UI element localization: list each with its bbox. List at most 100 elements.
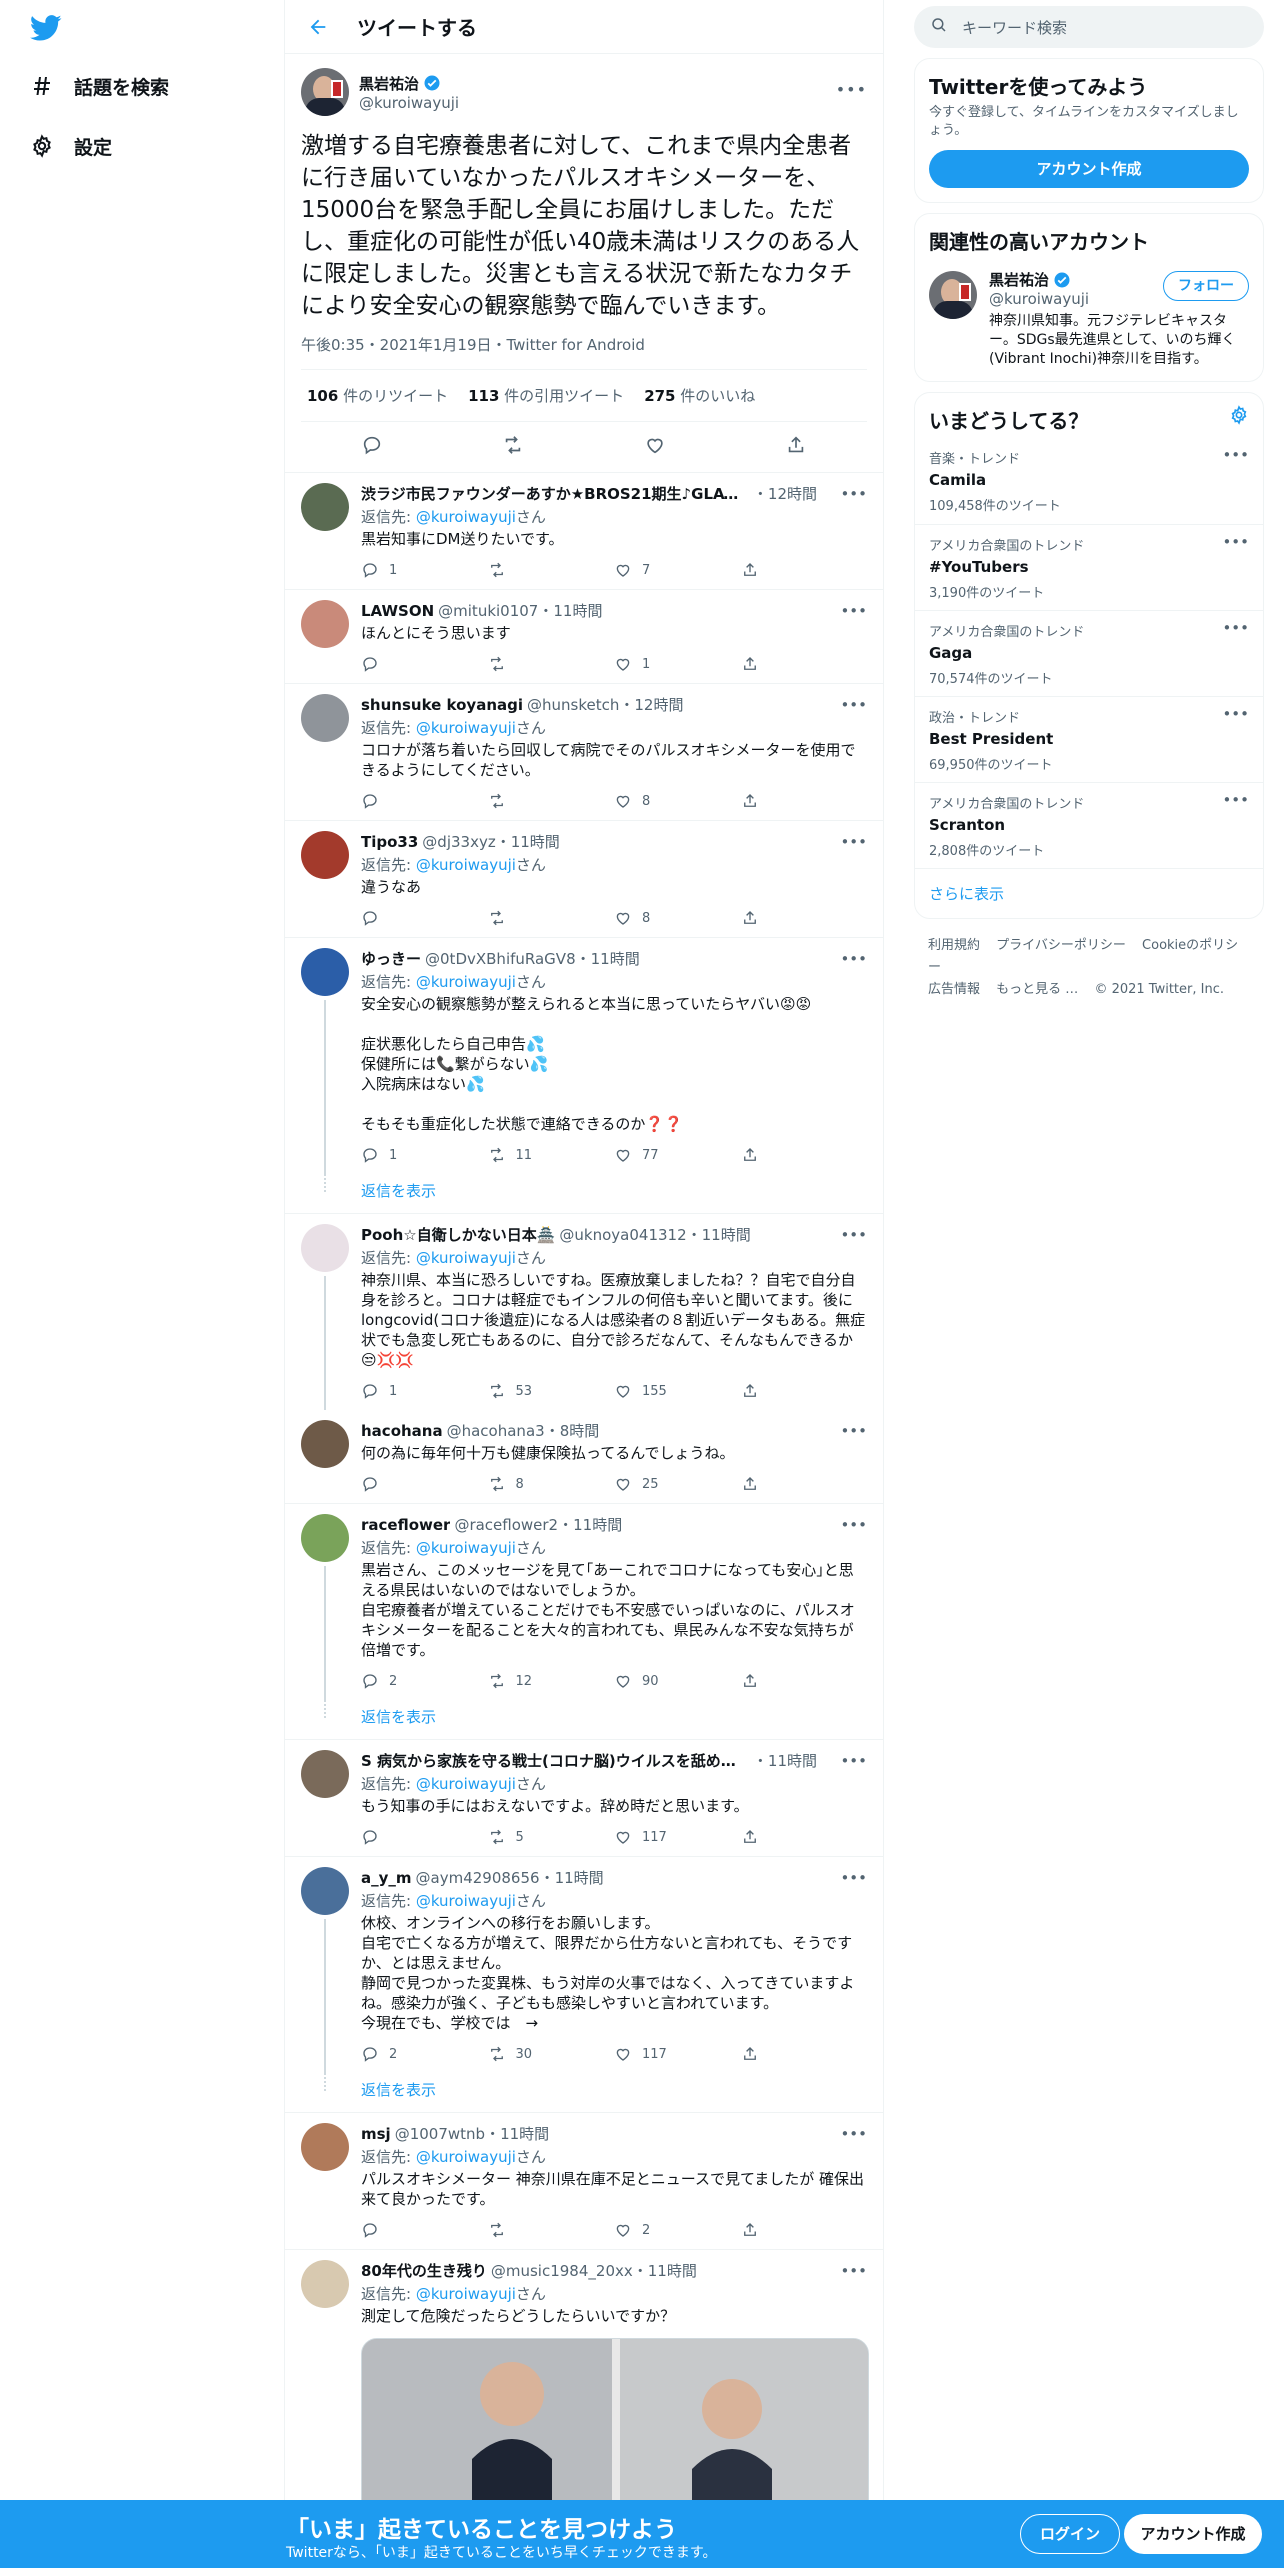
- retweet-button[interactable]: 5: [488, 1828, 615, 1846]
- more-options-icon[interactable]: •••: [1222, 446, 1249, 464]
- share-button[interactable]: [741, 1672, 868, 1690]
- back-arrow-icon[interactable]: [305, 14, 331, 40]
- like-button[interactable]: 117: [614, 1828, 741, 1846]
- reply-time[interactable]: ・11時間: [485, 2123, 549, 2144]
- avatar[interactable]: [301, 68, 349, 116]
- retweet-button[interactable]: [488, 909, 615, 927]
- retweet-button[interactable]: 53: [488, 1382, 615, 1400]
- reply-tweet[interactable]: shunsuke koyanagi @hunsketch ・12時間 ••• 返信先: …: [285, 684, 883, 821]
- reply-button[interactable]: 1: [361, 1382, 488, 1400]
- reply-button[interactable]: 1: [361, 561, 488, 579]
- reply-button[interactable]: [361, 2221, 488, 2239]
- avatar[interactable]: [301, 1514, 349, 1562]
- more-options-icon[interactable]: •••: [1222, 533, 1249, 551]
- reply-time[interactable]: ・12時間: [753, 483, 817, 504]
- reply-tweet[interactable]: msj @1007wtnb ・11時間 ••• 返信先: @kuroiwayujiさんパ…: [285, 2113, 883, 2250]
- share-button[interactable]: [741, 561, 868, 579]
- reply-to-link[interactable]: @kuroiwayuji: [416, 1539, 516, 1557]
- more-options-icon[interactable]: •••: [840, 602, 867, 620]
- reply-to-link[interactable]: @kuroiwayuji: [416, 973, 516, 991]
- reply-time[interactable]: ・11時間: [538, 600, 602, 621]
- show-replies-link[interactable]: 返信を表示: [285, 1174, 883, 1214]
- reply-button[interactable]: [361, 1475, 488, 1493]
- share-button[interactable]: [741, 909, 868, 927]
- avatar[interactable]: [301, 831, 349, 879]
- retweet-button[interactable]: 8: [488, 1475, 615, 1493]
- reply-icon[interactable]: [361, 434, 383, 460]
- reply-time[interactable]: ・8時間: [545, 1420, 600, 1441]
- reply-button[interactable]: [361, 655, 488, 673]
- reply-author-name[interactable]: ゆっきー: [361, 948, 421, 969]
- like-button[interactable]: 2: [614, 2221, 741, 2239]
- reply-tweet[interactable]: S 病気から家族を守る戦士(コロナ脳)ウイルスを舐めては… ・11時間 ••• 返信先…: [285, 1740, 883, 1857]
- reply-author-name[interactable]: a_y_m: [361, 1869, 412, 1887]
- reply-author-name[interactable]: msj: [361, 2125, 391, 2143]
- retweet-button[interactable]: 11: [488, 1146, 615, 1164]
- reply-author-name[interactable]: raceflower: [361, 1516, 450, 1534]
- reply-author-name[interactable]: shunsuke koyanagi: [361, 696, 523, 714]
- like-button[interactable]: 77: [614, 1146, 741, 1164]
- reply-to-link[interactable]: @kuroiwayuji: [416, 1892, 516, 1910]
- retweet-button[interactable]: [488, 655, 615, 673]
- reply-time[interactable]: ・11時間: [753, 1750, 817, 1771]
- retweet-icon[interactable]: [502, 434, 524, 460]
- twitter-logo-icon[interactable]: [30, 12, 62, 44]
- more-options-icon[interactable]: •••: [840, 2125, 867, 2143]
- share-button[interactable]: [741, 2045, 868, 2063]
- reply-author-name[interactable]: Pooh☆自衛しかない日本🏯: [361, 1224, 555, 1245]
- reply-to-link[interactable]: @kuroiwayuji: [416, 2148, 516, 2166]
- trend-item[interactable]: アメリカ合衆国のトレンド Scranton 2,808件のツイート •••: [915, 782, 1263, 868]
- reply-button[interactable]: [361, 1828, 488, 1846]
- nav-explore[interactable]: 話題を検索: [30, 66, 169, 106]
- like-button[interactable]: 25: [614, 1475, 741, 1493]
- share-button[interactable]: [741, 1828, 868, 1846]
- trend-item[interactable]: 政治・トレンド Best President 69,950件のツイート •••: [915, 696, 1263, 782]
- more-options-icon[interactable]: •••: [836, 80, 867, 99]
- reply-time[interactable]: ・11時間: [496, 831, 560, 852]
- avatar[interactable]: [301, 2260, 349, 2308]
- avatar[interactable]: [929, 271, 977, 319]
- reply-time[interactable]: ・12時間: [619, 694, 683, 715]
- reply-tweet[interactable]: Tipo33 @dj33xyz ・11時間 ••• 返信先: @kuroiwayujiさ…: [285, 821, 883, 938]
- show-replies-link[interactable]: 返信を表示: [285, 2073, 883, 2113]
- share-button[interactable]: [741, 2221, 868, 2239]
- nav-settings[interactable]: 設定: [30, 126, 112, 166]
- reply-author-name[interactable]: Tipo33: [361, 833, 418, 851]
- reply-tweet[interactable]: Pooh☆自衛しかない日本🏯 @uknoya041312 ・11時間 ••• 返信先: …: [285, 1214, 883, 1410]
- tweet-timestamp[interactable]: 午後0:35・2021年1月19日・Twitter for Android: [301, 334, 867, 370]
- trend-item[interactable]: 音楽・トレンド Camila 109,458件のツイート •••: [915, 438, 1263, 524]
- follow-button[interactable]: フォロー: [1163, 271, 1249, 301]
- reply-author-name[interactable]: 80年代の生き残り: [361, 2260, 487, 2281]
- more-options-icon[interactable]: •••: [1222, 619, 1249, 637]
- reply-tweet[interactable]: LAWSON @mituki0107 ・11時間 ••• ほんとにそう思います 1: [285, 590, 883, 684]
- more-options-icon[interactable]: •••: [840, 950, 867, 968]
- avatar[interactable]: [301, 694, 349, 742]
- reply-to-link[interactable]: @kuroiwayuji: [416, 719, 516, 737]
- more-options-icon[interactable]: •••: [1222, 791, 1249, 809]
- retweet-button[interactable]: [488, 792, 615, 810]
- avatar[interactable]: [301, 600, 349, 648]
- more-options-icon[interactable]: •••: [840, 1226, 867, 1244]
- reply-button[interactable]: [361, 909, 488, 927]
- like-icon[interactable]: [644, 434, 666, 460]
- share-button[interactable]: [741, 1475, 868, 1493]
- retweet-button[interactable]: 30: [488, 2045, 615, 2063]
- more-options-icon[interactable]: •••: [840, 1422, 867, 1440]
- reply-tweet[interactable]: ゆっきー @0tDvXBhifuRaGV8 ・11時間 ••• 返信先: @kuroiw…: [285, 938, 883, 1174]
- more-options-icon[interactable]: •••: [840, 833, 867, 851]
- reply-tweet[interactable]: a_y_m @aym42908656 ・11時間 ••• 返信先: @kuroiwayu…: [285, 1857, 883, 2073]
- more-options-icon[interactable]: •••: [1222, 705, 1249, 723]
- like-button[interactable]: 7: [614, 561, 741, 579]
- reply-author-name[interactable]: 渋ラジ市民ファウンダーあすか★BROS21期生♪GLAY も💕…: [361, 483, 749, 504]
- like-button[interactable]: 155: [614, 1382, 741, 1400]
- reply-tweet[interactable]: raceflower @raceflower2 ・11時間 ••• 返信先: @kuro…: [285, 1504, 883, 1700]
- avatar[interactable]: [301, 1420, 349, 1468]
- share-button[interactable]: [741, 792, 868, 810]
- quote-count[interactable]: 113 件の引用ツイート: [468, 385, 624, 406]
- more-options-icon[interactable]: •••: [840, 2262, 867, 2280]
- reply-author-name[interactable]: LAWSON: [361, 602, 434, 620]
- reply-tweet[interactable]: 渋ラジ市民ファウンダーあすか★BROS21期生♪GLAY も💕… ・12時間 •••…: [285, 473, 883, 590]
- footer-link-terms[interactable]: 利用規約: [928, 938, 980, 953]
- footer-link-ads[interactable]: 広告情報: [928, 982, 980, 997]
- like-button[interactable]: 1: [614, 655, 741, 673]
